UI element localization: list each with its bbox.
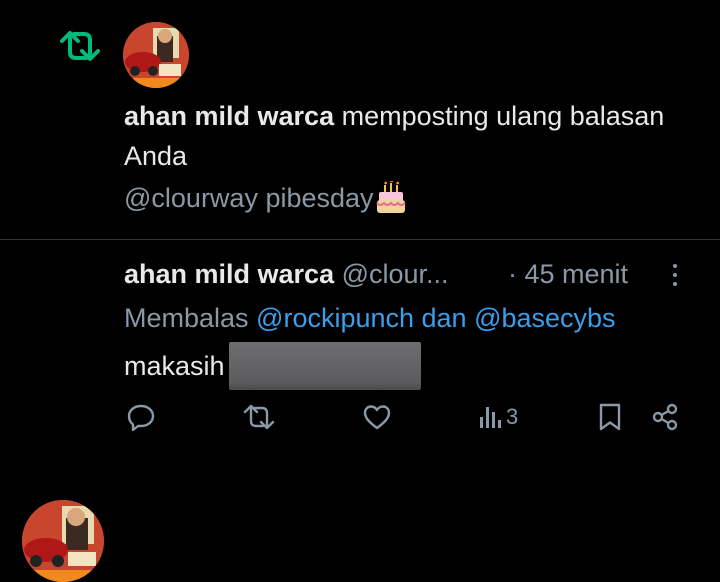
actor-name[interactable]: ahan mild warca <box>124 101 334 131</box>
heart-icon <box>363 405 391 430</box>
tweet-body: makasih <box>124 342 421 390</box>
repost-icon <box>243 404 275 430</box>
tweet-time[interactable]: · 45 menit <box>508 254 628 294</box>
reply-context: Membalas @rockipunch dan @basecybs <box>124 298 616 338</box>
repost-icon <box>60 31 100 61</box>
reply-targets[interactable]: @rockipunch dan @basecybs <box>256 303 616 333</box>
like-button[interactable] <box>362 400 392 434</box>
reply-prefix: Membalas <box>124 303 257 333</box>
notification-text: ahan mild warca memposting ulang balasan… <box>124 96 684 176</box>
author-handle[interactable]: @clour... <box>342 259 449 289</box>
reply-button[interactable] <box>126 400 156 434</box>
avatar[interactable] <box>22 500 104 582</box>
avatar-image <box>22 500 104 582</box>
cake-icon <box>375 181 406 213</box>
bookmark-button[interactable] <box>596 400 624 434</box>
avatar[interactable] <box>123 22 189 88</box>
tweet-text: makasih <box>124 351 225 381</box>
more-options-icon[interactable] <box>668 262 682 288</box>
repost-button[interactable] <box>242 400 276 434</box>
views-button[interactable]: 3 <box>478 400 518 434</box>
author-name[interactable]: ahan mild warca <box>124 259 334 289</box>
repost-notification[interactable]: ahan mild warca memposting ulang balasan… <box>0 0 720 238</box>
quoted-reply-text: @clourway pibesday <box>124 183 374 213</box>
tweet-actions: 3 <box>124 400 684 434</box>
quoted-reply[interactable]: @clourway pibesday <box>124 178 406 218</box>
redacted-block <box>228 342 421 390</box>
share-button[interactable] <box>650 400 680 434</box>
views-icon <box>480 407 501 428</box>
views-count: 3 <box>506 404 519 429</box>
reply-icon <box>127 404 155 432</box>
bookmark-icon <box>599 403 621 431</box>
avatar-image <box>123 22 189 88</box>
share-icon <box>652 403 678 431</box>
tweet[interactable]: ahan mild warca @clour... · 45 menit Mem… <box>0 240 720 582</box>
tweet-header: ahan mild warca @clour... · 45 menit <box>124 254 684 294</box>
